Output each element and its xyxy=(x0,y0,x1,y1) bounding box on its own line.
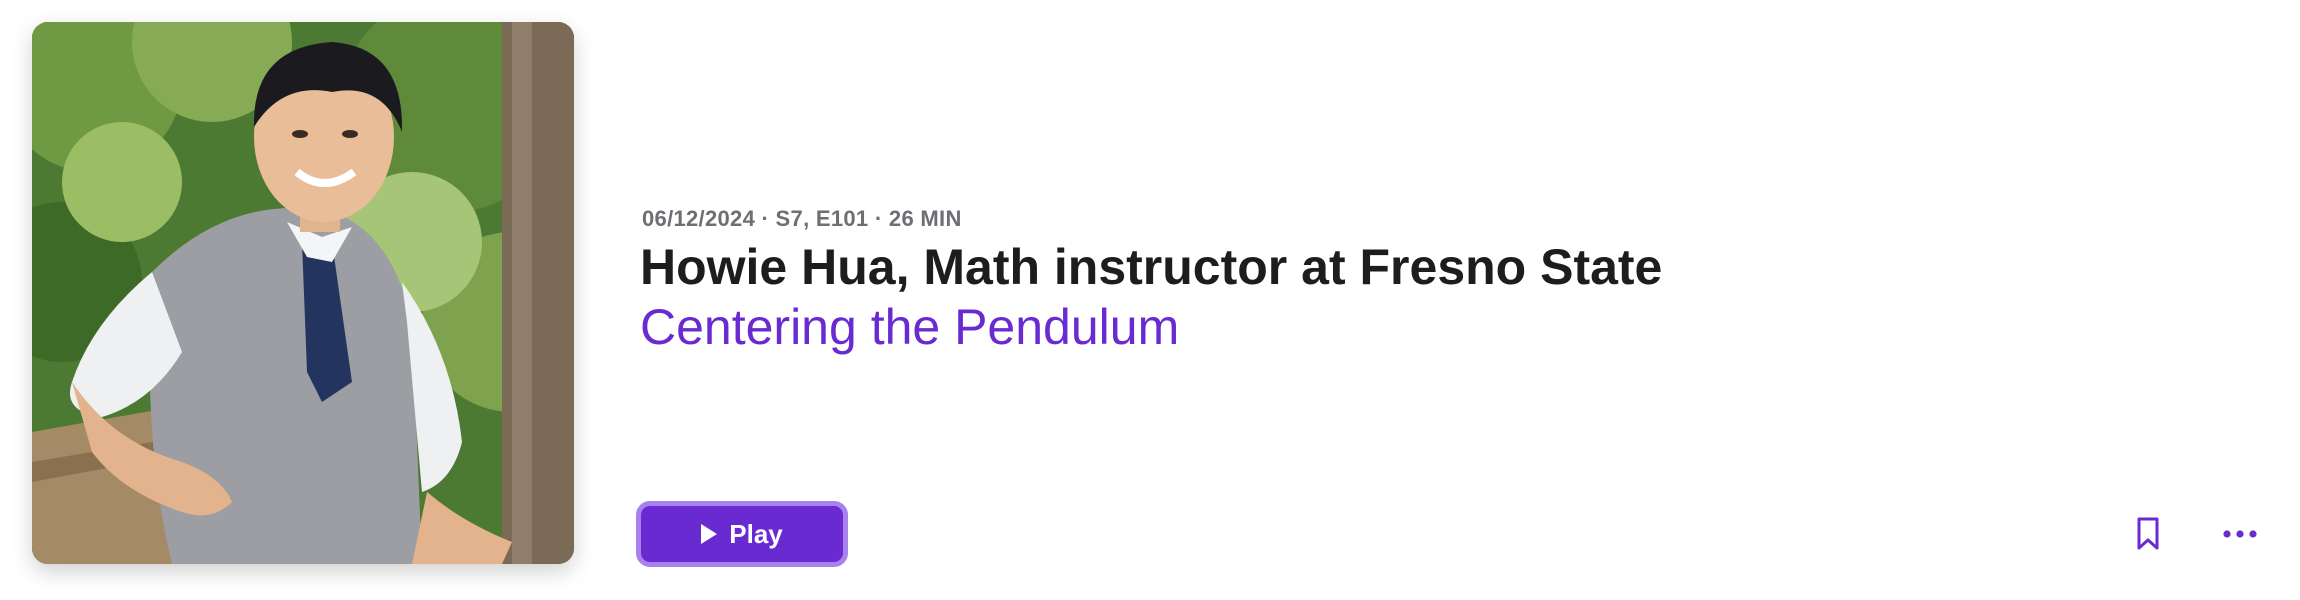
episode-artwork xyxy=(32,22,574,564)
episode-artwork-image xyxy=(32,22,574,564)
show-name-link[interactable]: Centering the Pendulum xyxy=(640,298,1179,356)
play-icon xyxy=(701,524,718,544)
episode-title: Howie Hua, Math instructor at Fresno Sta… xyxy=(640,239,1663,295)
ellipsis-icon xyxy=(2223,530,2257,538)
episode-header: 06/12/2024 · S7, E101 · 26 MIN Howie Hua… xyxy=(0,0,2300,600)
play-button[interactable]: Play xyxy=(636,501,848,567)
more-options-button[interactable] xyxy=(2216,510,2264,558)
bookmark-icon xyxy=(2137,517,2159,550)
episode-meta: 06/12/2024 · S7, E101 · 26 MIN xyxy=(642,206,962,231)
play-button-label: Play xyxy=(729,518,783,549)
bookmark-button[interactable] xyxy=(2124,510,2172,558)
